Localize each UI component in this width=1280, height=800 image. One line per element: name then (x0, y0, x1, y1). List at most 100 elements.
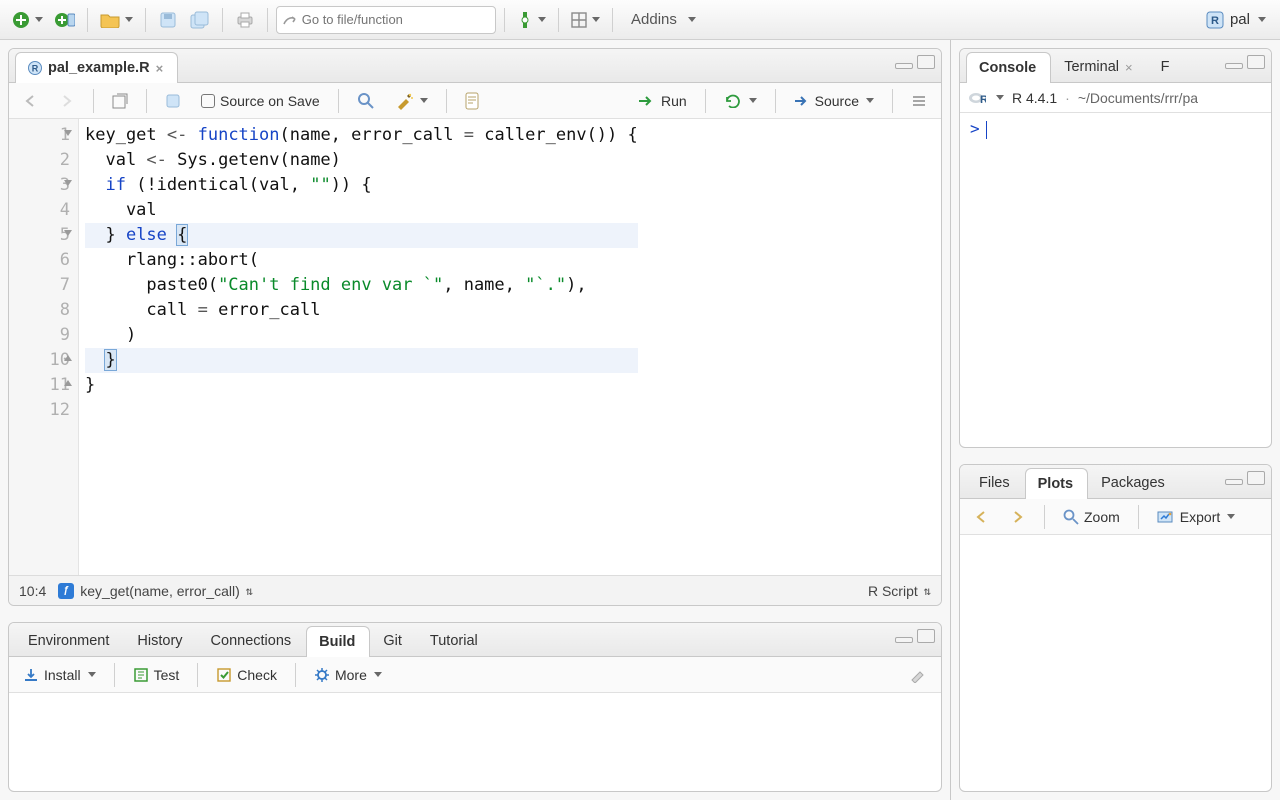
plot-next-button[interactable] (1004, 507, 1032, 527)
source-label: Source (815, 93, 859, 109)
export-label: Export (1180, 509, 1220, 525)
nav-back-button[interactable] (17, 91, 45, 111)
find-replace-button[interactable] (351, 89, 381, 113)
console-body[interactable]: > (960, 113, 1271, 447)
close-tab-icon[interactable]: × (156, 61, 164, 76)
tab-connections[interactable]: Connections (198, 625, 307, 656)
editor-tab[interactable]: R pal_example.R × (15, 52, 178, 83)
minimize-pane-button[interactable] (895, 63, 913, 69)
pane-layout-button[interactable] (567, 6, 604, 34)
maximize-pane-button[interactable] (1247, 55, 1265, 69)
build-toolbar: Install Test Check More (9, 657, 941, 693)
tab-packages[interactable]: Packages (1088, 467, 1180, 498)
check-button[interactable]: Check (210, 664, 283, 686)
pane-window-controls (895, 55, 935, 69)
working-dir-label: ~/Documents/rrr/pa (1078, 90, 1198, 106)
updown-icon: ⇅ (246, 584, 253, 598)
pane-window-controls (1225, 55, 1265, 69)
r-project-icon: R (1206, 11, 1224, 29)
svg-text:R: R (32, 64, 39, 74)
chevron-down-icon (88, 672, 96, 677)
addins-button[interactable]: Addins (621, 6, 700, 34)
project-name-label: pal (1230, 11, 1250, 28)
rerun-button[interactable] (718, 91, 763, 111)
open-file-button[interactable] (96, 6, 137, 34)
plot-prev-button[interactable] (968, 507, 996, 527)
run-label: Run (661, 93, 687, 109)
project-menu[interactable]: R pal (1200, 11, 1272, 29)
chevron-down-icon[interactable] (996, 95, 1004, 100)
tab-history[interactable]: History (124, 625, 197, 656)
main-toolbar: Addins R pal (0, 0, 1280, 40)
clear-build-button[interactable] (903, 664, 933, 686)
console-prompt: > (970, 119, 987, 138)
chevron-down-icon (538, 17, 546, 22)
tab-terminal[interactable]: Terminal× (1051, 51, 1147, 82)
minimize-pane-button[interactable] (895, 637, 913, 643)
test-label: Test (154, 667, 180, 683)
chevron-down-icon (374, 672, 382, 677)
source-button[interactable]: Source (788, 90, 880, 112)
r-file-icon: R (28, 61, 42, 75)
maximize-pane-button[interactable] (917, 55, 935, 69)
install-button[interactable]: Install (17, 664, 102, 686)
tools-grid-button[interactable] (513, 6, 550, 34)
source-on-save-checkbox[interactable]: Source on Save (195, 90, 326, 112)
tab-environment[interactable]: Environment (15, 625, 124, 656)
source-icon (794, 94, 810, 108)
outline-button[interactable] (905, 91, 933, 111)
new-project-button[interactable] (51, 6, 79, 34)
close-icon[interactable]: × (1125, 60, 1133, 75)
function-navigator[interactable]: ƒ key_get(name, error_call) ⇅ (58, 583, 253, 599)
check-icon (216, 667, 232, 683)
tab-files[interactable]: Files (966, 467, 1025, 498)
chevron-down-icon (749, 98, 757, 103)
updown-icon: ⇅ (924, 584, 931, 598)
file-type-label: R Script (868, 583, 918, 599)
code-content[interactable]: key_get <- function(name, error_call = c… (79, 119, 638, 575)
source-on-save-label: Source on Save (220, 93, 320, 109)
current-function-label: key_get(name, error_call) (80, 583, 240, 599)
addins-label: Addins (625, 11, 683, 28)
maximize-pane-button[interactable] (1247, 471, 1265, 485)
files-plots-pane: FilesPlotsPackages Zoom Export (959, 464, 1272, 792)
minimize-pane-button[interactable] (1225, 63, 1243, 69)
line-number-gutter: 123456789101112 (9, 119, 79, 575)
install-label: Install (44, 667, 81, 683)
print-button[interactable] (231, 6, 259, 34)
plot-area (960, 535, 1271, 791)
tab-tutorial[interactable]: Tutorial (417, 625, 493, 656)
goto-input-field[interactable] (302, 12, 489, 27)
function-icon: ƒ (58, 583, 74, 599)
run-button[interactable]: Run (632, 90, 693, 112)
save-file-button[interactable] (159, 90, 187, 112)
nav-forward-button[interactable] (53, 91, 81, 111)
file-type-selector[interactable]: R Script ⇅ (868, 583, 931, 599)
show-in-new-window-button[interactable] (106, 90, 134, 112)
save-button[interactable] (154, 6, 182, 34)
save-all-button[interactable] (186, 6, 214, 34)
chevron-down-icon (125, 17, 133, 22)
new-file-button[interactable] (8, 6, 47, 34)
tab-plots[interactable]: Plots (1025, 468, 1088, 499)
files-tabbar: FilesPlotsPackages (960, 465, 1271, 499)
pane-window-controls (895, 629, 935, 643)
cursor-position: 10:4 (19, 583, 46, 599)
maximize-pane-button[interactable] (917, 629, 935, 643)
minimize-pane-button[interactable] (1225, 479, 1243, 485)
more-button[interactable]: More (308, 664, 388, 686)
tab-console[interactable]: Console (966, 52, 1051, 83)
tab-git[interactable]: Git (370, 625, 417, 656)
export-button[interactable]: Export (1151, 506, 1241, 528)
chevron-down-icon (866, 98, 874, 103)
zoom-button[interactable]: Zoom (1057, 506, 1126, 528)
svg-text:R: R (1211, 15, 1219, 27)
compile-report-button[interactable] (459, 89, 485, 113)
goto-file-function-input[interactable] (276, 6, 496, 34)
code-tools-button[interactable] (389, 89, 434, 113)
tab-f[interactable]: F (1148, 51, 1185, 82)
chevron-down-icon (1227, 514, 1235, 519)
code-editor[interactable]: 123456789101112 key_get <- function(name… (9, 119, 941, 575)
test-button[interactable]: Test (127, 664, 186, 686)
tab-build[interactable]: Build (306, 626, 370, 657)
